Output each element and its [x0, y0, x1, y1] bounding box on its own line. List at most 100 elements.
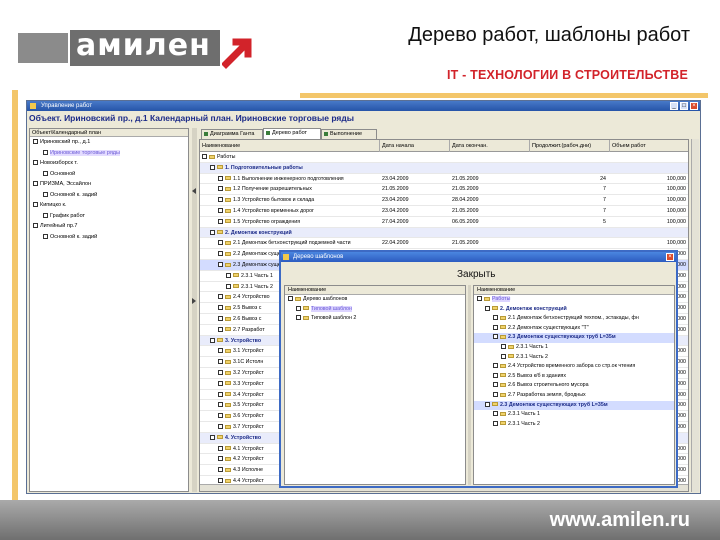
collapse-left-icon[interactable] [192, 188, 196, 194]
tree-toggle-icon[interactable] [296, 315, 301, 321]
tree-toggle-icon[interactable] [485, 305, 490, 311]
template-work-item[interactable]: 2.7 Разработка земля, бродных [474, 391, 674, 401]
tree-toggle-icon[interactable] [218, 359, 223, 365]
tree-toggle-icon[interactable] [493, 392, 498, 398]
table-row[interactable]: 1.2 Получение разрешительных 21.05.2009 21… [200, 184, 688, 196]
tree-toggle-icon[interactable] [226, 283, 231, 289]
template-work-item[interactable]: 2.5 Вывоз к/б в зданиях [474, 372, 674, 382]
object-tree-item[interactable]: Основной к. задий [30, 232, 188, 243]
column-name[interactable]: Наименование [200, 140, 380, 152]
tree-toggle-icon[interactable] [493, 334, 498, 340]
minimize-button[interactable]: _ [670, 102, 678, 110]
object-tree-item[interactable]: Ириновский пр., д.1 [30, 137, 188, 148]
tree-toggle-icon[interactable] [218, 326, 223, 332]
tree-toggle-icon[interactable] [218, 380, 223, 386]
tree-toggle-icon[interactable] [218, 316, 223, 322]
dialog-splitter[interactable] [468, 285, 471, 485]
template-item[interactable]: Дерево шаблонов [285, 295, 465, 305]
tree-toggle-icon[interactable] [218, 218, 223, 224]
tab-execution[interactable]: Выполнение [321, 129, 377, 139]
tree-toggle-icon[interactable] [218, 478, 223, 483]
dialog-close-button[interactable]: Закрыть [457, 269, 496, 280]
tree-toggle-icon[interactable] [288, 296, 293, 302]
template-work-item[interactable]: 2.4 Устройство временного забора со стр.… [474, 362, 674, 372]
tree-toggle-icon[interactable] [210, 337, 215, 343]
tree-toggle-icon[interactable] [493, 363, 498, 369]
template-work-item[interactable]: 2.2 Демонтаж существующих "Т" [474, 324, 674, 334]
tree-toggle-icon[interactable] [218, 262, 223, 268]
column-duration[interactable]: Продолжит.(рабоч.дни) [530, 140, 610, 152]
object-tree-item[interactable]: Новоизборск т. [30, 158, 188, 169]
table-row[interactable]: Работы [200, 152, 688, 163]
table-row[interactable]: 1.1 Выполнение инженерного подготовления… [200, 174, 688, 185]
template-work-item[interactable]: 2.3.1 Часть 2 [474, 420, 674, 430]
object-tree-item[interactable]: Основной к. задий [30, 190, 188, 201]
object-tree-item[interactable]: Основной [30, 169, 188, 180]
tree-toggle-icon[interactable] [493, 324, 498, 330]
tree-toggle-icon[interactable] [218, 402, 223, 408]
tree-toggle-icon[interactable] [218, 175, 223, 181]
pane-splitter[interactable] [192, 128, 197, 492]
tree-toggle-icon[interactable] [501, 353, 506, 359]
dialog-close-icon[interactable]: × [666, 253, 674, 261]
table-row[interactable]: 1.5 Устройство ограждения 27.04.2009 06.05… [200, 217, 688, 228]
tree-toggle-icon[interactable] [218, 348, 223, 354]
template-work-item[interactable]: 2.6 Вывоз строительного мусора [474, 381, 674, 391]
tab-gantt[interactable]: Диаграмма Ганта [201, 129, 263, 139]
tree-toggle-icon[interactable] [218, 424, 223, 430]
template-work-item[interactable]: 2.3 Демонтаж существующих труб L=35м [474, 400, 674, 411]
tree-toggle-icon[interactable] [210, 164, 215, 170]
maximize-button[interactable]: □ [680, 102, 688, 110]
tree-toggle-icon[interactable] [218, 445, 223, 451]
tree-toggle-icon[interactable] [477, 296, 482, 302]
object-tree-item[interactable]: Кипицко к. [30, 200, 188, 211]
tree-toggle-icon[interactable] [485, 401, 490, 407]
template-work-item[interactable]: 2.3.1 Часть 2 [474, 353, 674, 363]
close-button[interactable]: × [690, 102, 698, 110]
tree-toggle-icon[interactable] [218, 305, 223, 311]
tree-toggle-icon[interactable] [210, 229, 215, 235]
tree-toggle-icon[interactable] [218, 456, 223, 462]
vertical-scrollbar[interactable] [691, 139, 699, 492]
tree-toggle-icon[interactable] [218, 251, 223, 257]
template-work-item[interactable]: 2.3 Демонтаж существующих труб L=35м [474, 333, 674, 343]
tree-toggle-icon[interactable] [210, 434, 215, 440]
object-tree-item[interactable]: График работ [30, 211, 188, 222]
footer-url[interactable]: www.amilen.ru [550, 501, 690, 539]
table-row[interactable]: 1.4 Устройство временных дорог 23.04.2009… [200, 206, 688, 217]
tree-toggle-icon[interactable] [296, 305, 301, 311]
tree-toggle-icon[interactable] [493, 411, 498, 417]
tab-work-tree[interactable]: Дерево работ [263, 128, 321, 139]
tree-toggle-icon[interactable] [202, 154, 207, 160]
object-tree-item[interactable]: Ириновские торговые ряды [30, 148, 188, 159]
tree-toggle-icon[interactable] [218, 413, 223, 419]
template-work-item[interactable]: Работы [474, 295, 674, 305]
tree-toggle-icon[interactable] [218, 391, 223, 397]
tree-toggle-icon[interactable] [501, 344, 506, 350]
expand-left-icon[interactable] [192, 298, 196, 304]
tree-toggle-icon[interactable] [218, 208, 223, 214]
column-volume[interactable]: Объем работ [610, 140, 688, 152]
column-start[interactable]: Дата начала [380, 140, 450, 152]
tree-toggle-icon[interactable] [493, 315, 498, 321]
tree-toggle-icon[interactable] [218, 197, 223, 203]
tree-toggle-icon[interactable] [218, 294, 223, 300]
template-work-item[interactable]: 2.3.1 Часть 1 [474, 343, 674, 353]
template-item[interactable]: Типовой шаблон [285, 305, 465, 315]
template-item[interactable]: Типовой шаблон 2 [285, 314, 465, 324]
table-row[interactable]: 1. Подготовительные работы [200, 162, 688, 174]
template-work-item[interactable]: 2. Демонтаж конструкций [474, 305, 674, 315]
tree-toggle-icon[interactable] [226, 272, 231, 278]
tree-toggle-icon[interactable] [218, 370, 223, 376]
table-row[interactable]: 2.1 Демонтаж бет.конструкций подземной ч… [200, 238, 688, 250]
table-row[interactable]: 1.3 Устройство бытовок и склада 23.04.200… [200, 195, 688, 206]
table-row[interactable]: 2. Демонтаж конструкций [200, 227, 688, 239]
tree-toggle-icon[interactable] [218, 240, 223, 246]
object-tree-item[interactable]: Литейный пр.7 [30, 221, 188, 232]
tree-toggle-icon[interactable] [218, 186, 223, 192]
template-work-item[interactable]: 2.1 Демонтаж бет.конструкций техпом., эс… [474, 314, 674, 324]
tree-toggle-icon[interactable] [493, 420, 498, 426]
template-work-item[interactable]: 2.3.1 Часть 1 [474, 410, 674, 420]
tree-toggle-icon[interactable] [493, 382, 498, 388]
tree-toggle-icon[interactable] [218, 467, 223, 473]
